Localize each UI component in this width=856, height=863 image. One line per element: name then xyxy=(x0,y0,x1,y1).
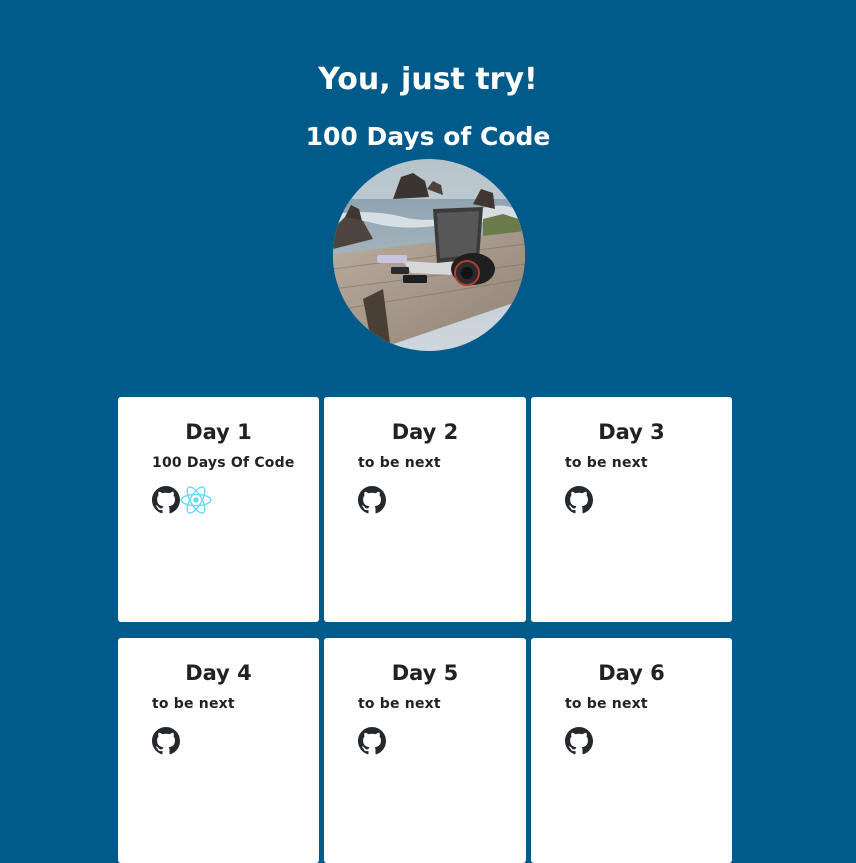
card-title: Day 5 xyxy=(391,661,459,685)
card-text: to be next xyxy=(565,696,648,712)
github-icon[interactable] xyxy=(152,727,180,755)
day-card: Day 1 100 Days Of Code xyxy=(118,397,319,622)
card-icons xyxy=(152,486,299,514)
page-title: You, just try! xyxy=(318,62,538,97)
github-icon[interactable] xyxy=(358,486,386,514)
card-text: to be next xyxy=(358,455,441,471)
github-icon[interactable] xyxy=(565,727,593,755)
github-icon[interactable] xyxy=(358,727,386,755)
card-text: to be next xyxy=(152,696,235,712)
card-title: Day 4 xyxy=(185,661,252,685)
day-card: Day 2 to be next xyxy=(324,397,526,622)
card-title: Day 1 xyxy=(185,420,252,444)
page: You, just try! 100 Days of Code Day 1 10… xyxy=(0,0,856,863)
card-icons xyxy=(358,727,506,755)
react-icon[interactable] xyxy=(180,486,212,514)
github-icon[interactable] xyxy=(565,486,593,514)
day-card: Day 3 to be next xyxy=(531,397,732,622)
day-card: Day 4 to be next xyxy=(118,638,319,863)
card-text: to be next xyxy=(565,455,648,471)
card-title: Day 2 xyxy=(391,420,459,444)
page-subtitle: 100 Days of Code xyxy=(305,122,551,151)
day-card: Day 5 to be next xyxy=(324,638,526,863)
card-text: to be next xyxy=(358,696,441,712)
card-title: Day 6 xyxy=(598,661,665,685)
avatar-image xyxy=(333,159,525,351)
day-card: Day 6 to be next xyxy=(531,638,732,863)
card-icons xyxy=(565,727,712,755)
card-text: 100 Days Of Code xyxy=(152,455,295,471)
card-icons xyxy=(565,486,712,514)
card-icons xyxy=(358,486,506,514)
avatar xyxy=(333,159,525,351)
card-title: Day 3 xyxy=(598,420,665,444)
github-icon[interactable] xyxy=(152,486,180,514)
days-grid: Day 1 100 Days Of Code Day 2 to be next … xyxy=(118,397,732,863)
card-icons xyxy=(152,727,299,755)
